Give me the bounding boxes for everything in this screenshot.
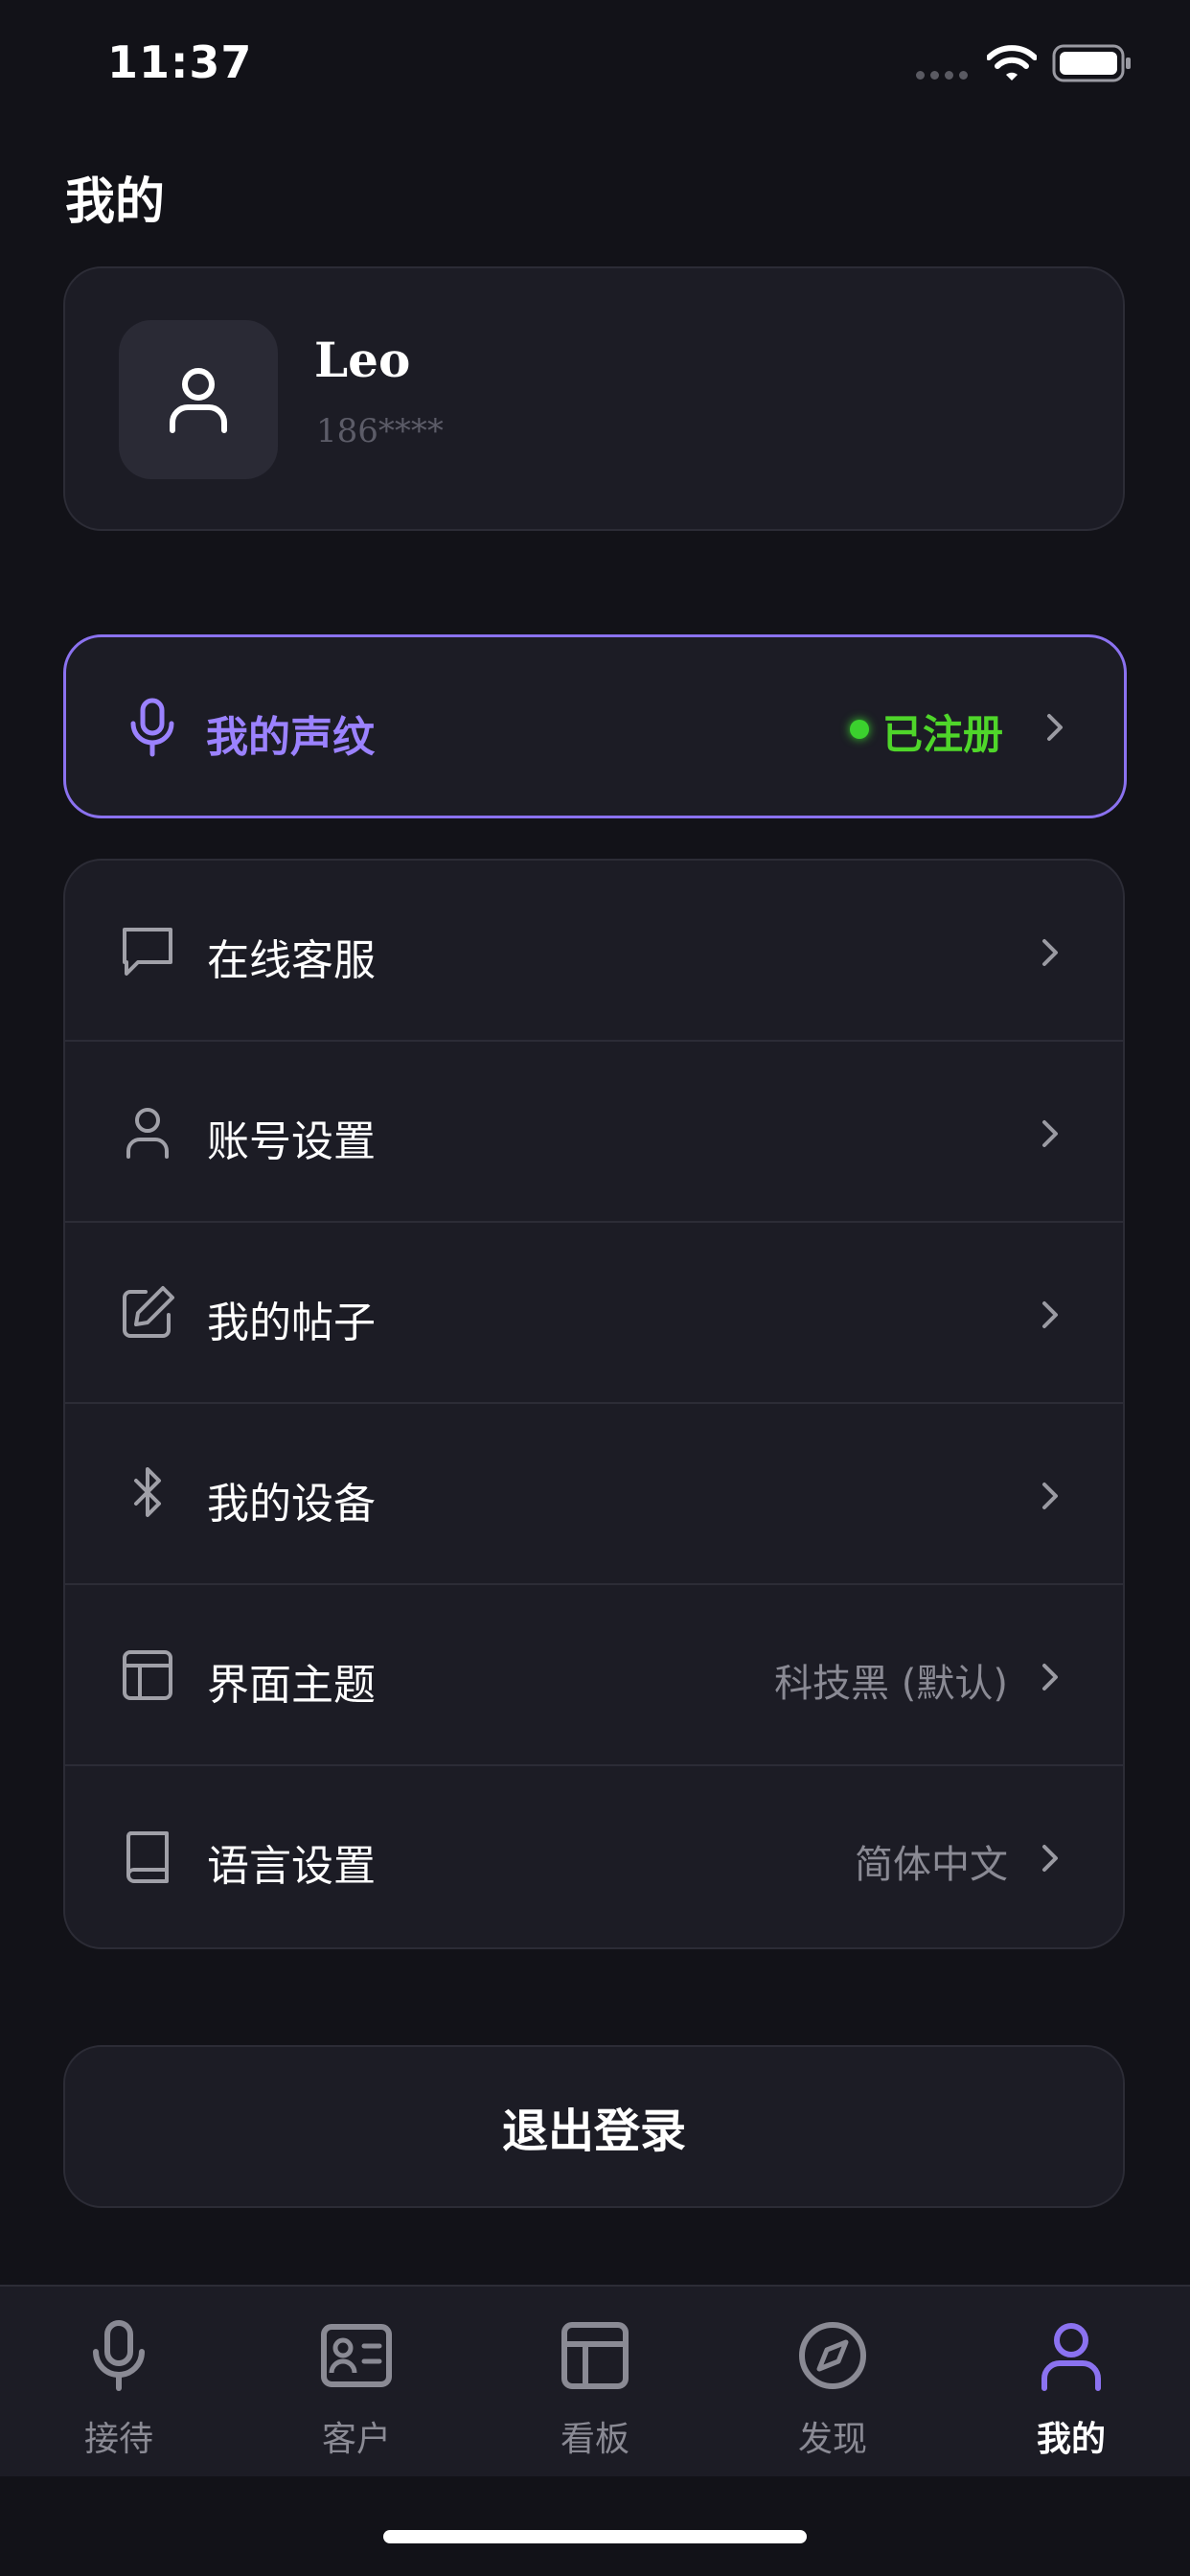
tab-label: 接待: [83, 2420, 153, 2459]
menu-item-label: 界面主题: [207, 1661, 376, 1710]
menu-item-account-settings[interactable]: 账号设置: [65, 1042, 1123, 1223]
compass-icon: [799, 2322, 866, 2389]
menu-item-online-support[interactable]: 在线客服: [65, 861, 1123, 1042]
menu-item-my-devices[interactable]: 我的设备: [65, 1404, 1123, 1585]
user-icon: [170, 368, 227, 433]
battery-icon: [1052, 44, 1131, 82]
menu-item-value: 简体中文: [855, 1843, 1008, 1887]
chevron-right-icon: [1042, 939, 1058, 966]
phone-mask: [487, 414, 640, 452]
status-dot: [850, 720, 869, 739]
wifi-icon: [987, 45, 1037, 80]
user-icon: [126, 1108, 169, 1159]
chevron-right-icon: [1042, 1301, 1058, 1328]
tab-customers[interactable]: 客户: [238, 2287, 475, 2478]
user-name: Leo: [314, 332, 411, 388]
avatar[interactable]: [119, 320, 278, 479]
menu-item-my-posts[interactable]: 我的帖子: [65, 1223, 1123, 1404]
edit-icon: [123, 1286, 174, 1338]
voiceprint-status: 已注册: [882, 711, 1004, 758]
tab-label: 发现: [797, 2420, 867, 2459]
voiceprint-row[interactable]: 我的声纹 已注册: [63, 634, 1127, 818]
tab-bar: 接待 客户 看板 发现 我的: [0, 2285, 1190, 2476]
profile-card[interactable]: Leo 186****: [63, 266, 1125, 531]
menu-item-label: 账号设置: [207, 1117, 376, 1166]
chat-bubble-icon: [123, 928, 172, 976]
tab-mine[interactable]: 我的: [952, 2287, 1190, 2478]
page-title: 我的: [65, 173, 166, 231]
cellular-signal-icon: [916, 71, 968, 80]
chevron-right-icon: [1042, 1845, 1058, 1872]
menu-item-language[interactable]: 语言设置 简体中文: [65, 1766, 1123, 1947]
menu-item-label: 我的帖子: [207, 1299, 376, 1347]
menu-item-label: 在线客服: [207, 936, 376, 985]
menu-item-value: 科技黑 (默认): [774, 1662, 1008, 1706]
logout-button[interactable]: 退出登录: [63, 2045, 1125, 2208]
menu-item-label: 我的设备: [207, 1480, 376, 1529]
tab-reception[interactable]: 接待: [0, 2287, 238, 2478]
user-icon: [1041, 2323, 1101, 2391]
home-indicator[interactable]: [383, 2530, 807, 2543]
menu-item-theme[interactable]: 界面主题 科技黑 (默认): [65, 1585, 1123, 1766]
voiceprint-label: 我的声纹: [206, 713, 375, 762]
tab-dashboard[interactable]: 看板: [476, 2287, 714, 2478]
book-icon: [126, 1831, 169, 1883]
chevron-right-icon: [1042, 1483, 1058, 1509]
bluetooth-icon: [134, 1467, 161, 1517]
tab-label: 客户: [321, 2420, 391, 2459]
contact-card-icon: [321, 2324, 392, 2387]
menu-item-label: 语言设置: [207, 1842, 376, 1891]
chevron-right-icon: [1047, 714, 1063, 741]
microphone-icon: [93, 2320, 145, 2391]
microphone-icon: [130, 698, 174, 757]
chevron-right-icon: [1042, 1664, 1058, 1690]
user-phone: 186****: [316, 412, 444, 450]
tab-label: 看板: [560, 2420, 629, 2459]
layout-icon: [123, 1650, 172, 1700]
status-time: 11:37: [107, 36, 253, 88]
settings-menu: 在线客服 账号设置 我的帖子 我的设备 界面主题 科技黑 (默认) 语言设置 简…: [63, 859, 1125, 1949]
chevron-right-icon: [1042, 1120, 1058, 1147]
tab-discover[interactable]: 发现: [714, 2287, 951, 2478]
dashboard-icon: [561, 2322, 629, 2389]
tab-label: 我的: [1036, 2420, 1106, 2459]
